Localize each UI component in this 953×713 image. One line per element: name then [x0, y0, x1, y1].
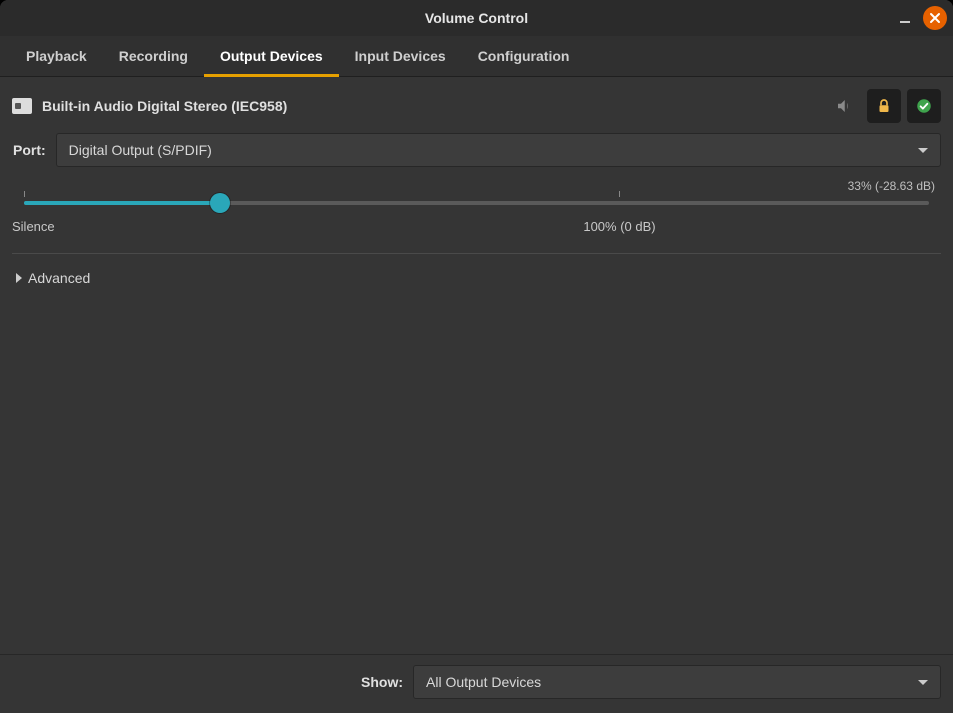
- slider-labels: Silence 100% (0 dB): [24, 219, 929, 237]
- label-silence: Silence: [12, 219, 55, 234]
- tick-silence: [24, 191, 25, 197]
- tick-100pct: [619, 191, 620, 197]
- port-label: Port:: [12, 142, 46, 158]
- mute-button[interactable]: [827, 89, 861, 123]
- port-select[interactable]: Digital Output (S/PDIF): [56, 133, 941, 167]
- lock-icon: [875, 97, 893, 115]
- show-select-value: All Output Devices: [426, 674, 918, 690]
- volume-control-window: Volume Control Playback Recording Output…: [0, 0, 953, 713]
- advanced-expander[interactable]: Advanced: [12, 266, 941, 290]
- titlebar: Volume Control: [0, 0, 953, 36]
- close-icon: [929, 12, 941, 24]
- window-title: Volume Control: [425, 10, 528, 26]
- chevron-right-icon: [16, 273, 22, 283]
- tab-input-devices[interactable]: Input Devices: [339, 36, 462, 77]
- set-fallback-button[interactable]: [907, 89, 941, 123]
- device-header-row: Built-in Audio Digital Stereo (IEC958): [12, 89, 941, 123]
- titlebar-controls: [893, 0, 947, 36]
- advanced-label: Advanced: [28, 270, 90, 286]
- port-row: Port: Digital Output (S/PDIF): [12, 133, 941, 167]
- port-select-value: Digital Output (S/PDIF): [69, 142, 918, 158]
- tabbar: Playback Recording Output Devices Input …: [0, 36, 953, 77]
- sound-card-icon: [12, 98, 32, 114]
- chevron-down-icon: [918, 148, 928, 153]
- check-circle-icon: [915, 97, 933, 115]
- body: Built-in Audio Digital Stereo (IEC958): [0, 77, 953, 654]
- slider-thumb[interactable]: [210, 193, 230, 213]
- volume-area: 33% (-28.63 dB) Silence 100% (0 dB): [12, 179, 941, 237]
- speaker-icon: [835, 97, 853, 115]
- footer: Show: All Output Devices: [0, 654, 953, 713]
- slider-fill: [24, 201, 220, 205]
- show-select[interactable]: All Output Devices: [413, 665, 941, 699]
- volume-slider[interactable]: [24, 191, 929, 217]
- tab-output-devices[interactable]: Output Devices: [204, 36, 339, 77]
- minimize-icon: [898, 11, 912, 25]
- close-button[interactable]: [923, 6, 947, 30]
- device-action-buttons: [827, 89, 941, 123]
- label-100pct: 100% (0 dB): [583, 219, 655, 234]
- chevron-down-icon: [918, 680, 928, 685]
- device-name: Built-in Audio Digital Stereo (IEC958): [42, 98, 817, 114]
- lock-channels-button[interactable]: [867, 89, 901, 123]
- minimize-button[interactable]: [893, 6, 917, 30]
- tab-playback[interactable]: Playback: [10, 36, 103, 77]
- tab-configuration[interactable]: Configuration: [462, 36, 586, 77]
- show-label: Show:: [361, 674, 403, 690]
- separator: [12, 253, 941, 254]
- tab-recording[interactable]: Recording: [103, 36, 204, 77]
